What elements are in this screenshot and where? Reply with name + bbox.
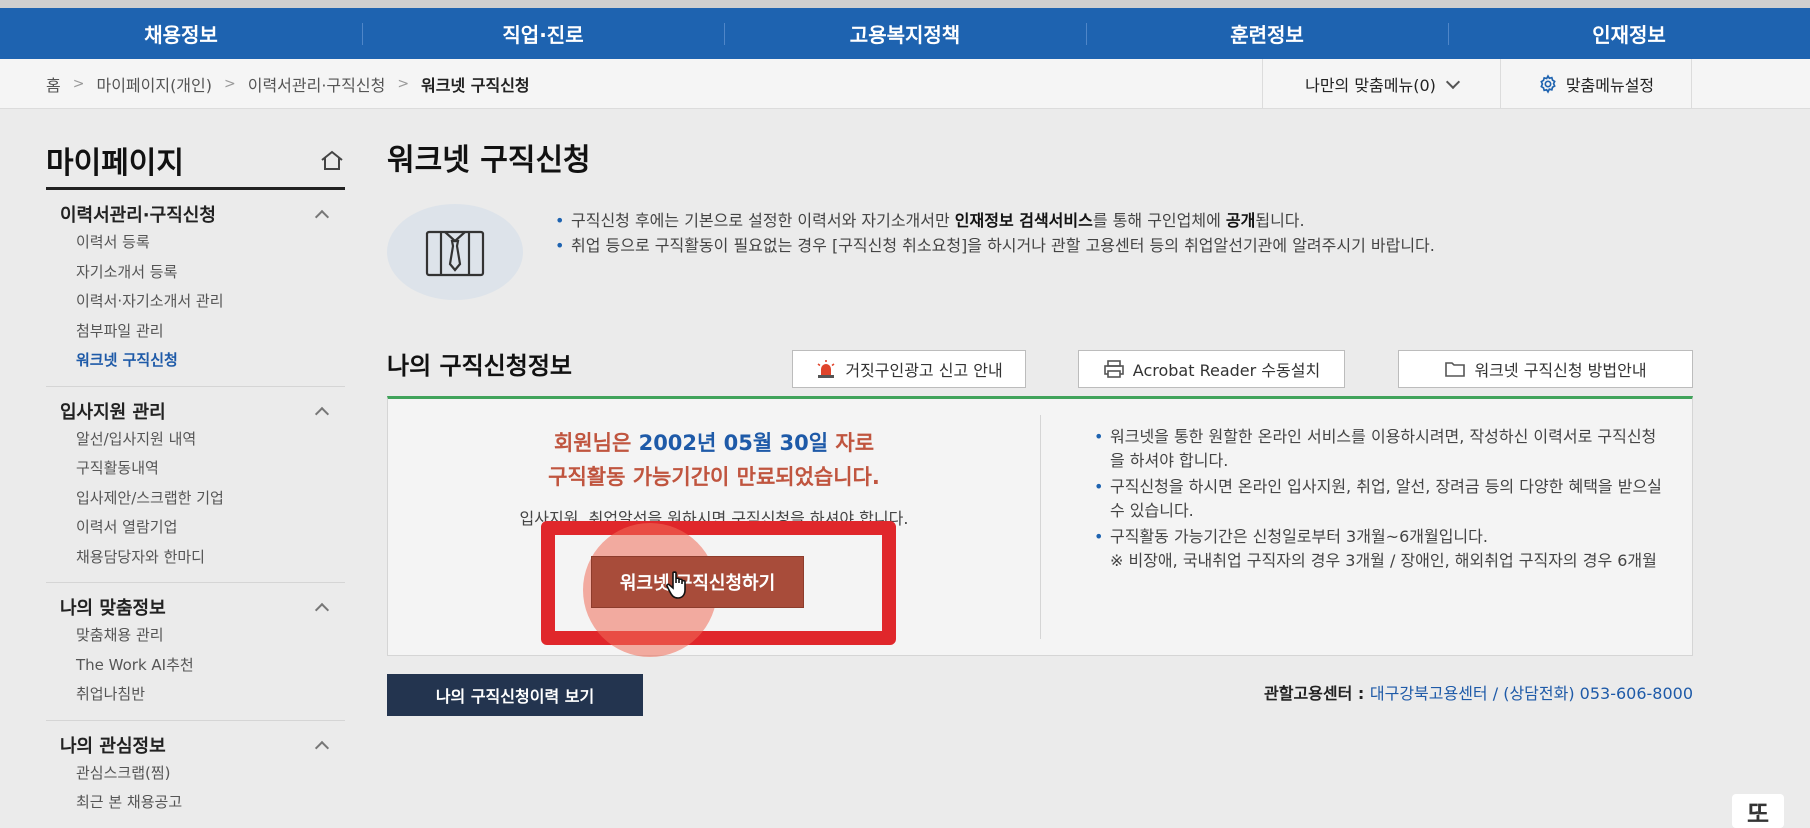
sidebar-item-activity-history[interactable]: 구직활동내역: [60, 454, 345, 484]
sidebar-item-offers-scraps[interactable]: 입사제안/스크랩한 기업: [60, 484, 345, 514]
application-history-button[interactable]: 나의 구직신청이력 보기: [387, 674, 643, 716]
sidebar-group-title: 이력서관리·구직신청: [60, 205, 216, 226]
sidebar-group-header[interactable]: 나의 맞춤정보: [60, 593, 345, 621]
center-name-link[interactable]: 대구강북고용센터: [1370, 684, 1488, 703]
breadcrumb-separator: >: [72, 76, 85, 92]
sidebar-group-applications: 입사지원 관리 알선/입사지원 내역 구직활동내역 입사제안/스크랩한 기업 이…: [46, 387, 345, 583]
intro-block: 구직신청 후에는 기본으로 설정한 이력서와 자기소개서만 인재정보 검색서비스…: [387, 204, 1693, 304]
sidebar-group-title: 나의 관심정보: [60, 735, 166, 757]
gnb-item-career[interactable]: 직업·진로: [362, 8, 724, 59]
fake-ad-report-button[interactable]: 거짓구인광고 신고 안내: [792, 350, 1026, 388]
sidebar-group-header[interactable]: 이력서관리·구직신청: [60, 200, 345, 228]
menu-settings-button[interactable]: 맞춤메뉴설정: [1500, 59, 1692, 109]
sub-bar: 홈 > 마이페이지(개인) > 이력서관리·구직신청 > 워크넷 구직신청 나만…: [0, 59, 1810, 109]
note-item: 구직신청을 하시면 온라인 입사지원, 취업, 알선, 장려금 등의 다양한 혜…: [1094, 475, 1664, 523]
sidebar-item-job-application[interactable]: 워크넷 구직신청: [60, 346, 345, 376]
sidebar-item-cover-letter-register[interactable]: 자기소개서 등록: [60, 258, 345, 288]
global-nav: 채용정보 직업·진로 고용복지정책 훈련정보 인재정보: [0, 8, 1810, 59]
menu-settings-label: 맞춤메뉴설정: [1565, 76, 1655, 95]
hand-cursor-icon: [666, 571, 686, 599]
breadcrumb-resume[interactable]: 이력서관리·구직신청: [248, 72, 386, 96]
section-header: 나의 구직신청정보 거짓구인광고 신고 안내 Acrobat Reader 수동…: [387, 340, 1693, 396]
sidebar-item-custom-jobs[interactable]: 맞춤채용 관리: [60, 621, 345, 651]
siren-icon: [817, 360, 835, 378]
page-title: 워크넷 구직신청: [387, 143, 591, 178]
expiry-message-line2: 구직활동 가능기간이 만료되었습니다.: [548, 465, 880, 489]
sidebar: 마이페이지 이력서관리·구직신청 이력서 등록 자기소개서 등록 이력서·자기소…: [46, 132, 345, 828]
application-status-box: 회원님은 2002년 05월 30일 자로 구직활동 가능기간이 만료되었습니다…: [387, 396, 1693, 657]
sidebar-item-ai-recommend[interactable]: The Work AI추천: [60, 651, 345, 681]
main-content: 워크넷 구직신청 구직신청 후에는 기본으로 설정한 이력서와 자기소개서만 인…: [387, 132, 1693, 744]
channel-watermark: 또: [1732, 794, 1784, 828]
sidebar-item-career-compass[interactable]: 취업나침반: [60, 680, 345, 710]
intro-item: 취업 등으로 구직활동이 필요없는 경우 [구직신청 취소요청]을 하시거나 관…: [555, 233, 1695, 258]
notes-list: 워크넷을 통한 원할한 온라인 서비스를 이용하시려면, 작성하신 이력서로 구…: [1094, 425, 1664, 573]
chevron-up-icon: [314, 209, 330, 225]
chevron-up-icon: [314, 406, 330, 421]
breadcrumb-mypage[interactable]: 마이페이지(개인): [96, 72, 212, 96]
sidebar-group-custom-info: 나의 맞춤정보 맞춤채용 관리 The Work AI추천 취업나침반: [46, 583, 345, 721]
breadcrumb-separator: >: [397, 76, 410, 92]
chevron-up-icon: [314, 602, 330, 618]
my-menu-dropdown[interactable]: 나만의 맞춤메뉴(0): [1262, 59, 1500, 109]
sidebar-item-resume-manage[interactable]: 이력서·자기소개서 관리: [60, 287, 345, 317]
note-item: 구직활동 가능기간은 신청일로부터 3개월~6개월입니다.: [1094, 525, 1664, 549]
sidebar-group-resume: 이력서관리·구직신청 이력서 등록 자기소개서 등록 이력서·자기소개서 관리 …: [46, 190, 345, 387]
sidebar-item-attachments[interactable]: 첨부파일 관리: [60, 317, 345, 347]
sidebar-item-scraps[interactable]: 관심스크랩(찜): [60, 759, 345, 789]
note-subitem: ※ 비장애, 국내취업 구직자의 경우 3개월 / 장애인, 해외취업 구직자의…: [1110, 551, 1657, 570]
sidebar-group-interests: 나의 관심정보 관심스크랩(찜) 최근 본 채용공고: [46, 721, 345, 828]
sidebar-item-recent-postings[interactable]: 최근 본 채용공고: [60, 788, 345, 818]
expiry-message-line1: 회원님은 2002년 05월 30일 자로: [553, 431, 875, 455]
sidebar-title-text: 마이페이지: [46, 145, 184, 181]
sidebar-item-resume-register[interactable]: 이력서 등록: [60, 228, 345, 258]
phone-label: / (상담전화): [1487, 684, 1580, 703]
gnb-item-jobs[interactable]: 채용정보: [0, 8, 362, 59]
gnb-item-welfare-policy[interactable]: 고용복지정책: [724, 8, 1086, 59]
status-message: 회원님은 2002년 05월 30일 자로 구직활동 가능기간이 만료되었습니다…: [388, 427, 1040, 529]
my-menu-label: 나만의 맞춤메뉴(0): [1305, 76, 1436, 95]
folder-icon: [1445, 362, 1466, 377]
acrobat-install-button[interactable]: Acrobat Reader 수동설치: [1078, 350, 1345, 388]
bottom-row: 나의 구직신청이력 보기 관할고용센터 : 대구강북고용센터 / (상담전화) …: [387, 674, 1693, 744]
sidebar-group-title: 나의 맞춤정보: [60, 598, 166, 619]
gnb-item-training[interactable]: 훈련정보: [1086, 8, 1448, 59]
breadcrumb: 홈 > 마이페이지(개인) > 이력서관리·구직신청 > 워크넷 구직신청: [46, 59, 530, 109]
gear-icon: [1540, 74, 1556, 94]
printer-icon: [1103, 360, 1124, 378]
employment-center-info: 관할고용센터 : 대구강북고용센터 / (상담전화) 053-606-8000: [1264, 680, 1693, 704]
sidebar-item-recruiter-message[interactable]: 채용담당자와 한마디: [60, 543, 345, 573]
breadcrumb-home[interactable]: 홈: [46, 72, 61, 96]
sidebar-item-referral-history[interactable]: 알선/입사지원 내역: [60, 425, 345, 455]
apply-button[interactable]: 워크넷 구직신청하기: [591, 556, 804, 608]
section-title: 나의 구직신청정보: [387, 352, 572, 380]
intro-item: 구직신청 후에는 기본으로 설정한 이력서와 자기소개서만 인재정보 검색서비스…: [555, 208, 1695, 233]
sidebar-group-header[interactable]: 나의 관심정보: [60, 731, 345, 759]
intro-list: 구직신청 후에는 기본으로 설정한 이력서와 자기소개서만 인재정보 검색서비스…: [555, 208, 1695, 258]
box-divider: [1040, 415, 1041, 639]
note-item: 워크넷을 통한 원할한 온라인 서비스를 이용하시려면, 작성하신 이력서로 구…: [1094, 425, 1664, 473]
sidebar-group-title: 입사지원 관리: [60, 401, 166, 423]
chevron-up-icon: [314, 740, 330, 755]
breadcrumb-current: 워크넷 구직신청: [421, 76, 530, 95]
gnb-item-talent[interactable]: 인재정보: [1448, 8, 1810, 59]
top-strip: [0, 0, 1810, 8]
sidebar-group-header[interactable]: 입사지원 관리: [60, 397, 345, 425]
center-phone: 053-606-8000: [1579, 684, 1693, 703]
center-label: 관할고용센터 :: [1264, 684, 1370, 703]
chevron-down-icon: [1445, 74, 1460, 89]
home-icon[interactable]: [319, 149, 345, 171]
breadcrumb-separator: >: [224, 76, 236, 92]
sidebar-title: 마이페이지: [46, 132, 345, 190]
shirt-tie-icon: [387, 204, 523, 300]
sidebar-item-resume-viewers[interactable]: 이력서 열람기업: [60, 513, 345, 543]
application-guide-button[interactable]: 워크넷 구직신청 방법안내: [1398, 350, 1693, 388]
